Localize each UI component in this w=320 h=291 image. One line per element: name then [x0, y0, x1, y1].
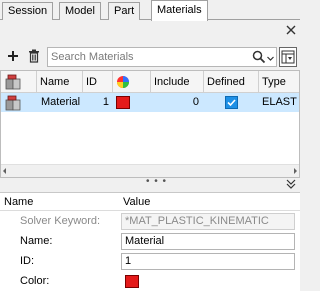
- toolbar: [0, 44, 300, 70]
- tab-session[interactable]: Session: [2, 2, 54, 20]
- table-header: Name ID Include Defined Type: [1, 71, 299, 93]
- cell-include[interactable]: 0: [151, 93, 201, 112]
- splitter-handle[interactable]: • • •: [146, 177, 167, 187]
- column-header-include[interactable]: Include: [151, 71, 204, 93]
- column-header-name[interactable]: Name: [37, 71, 83, 93]
- tab-model[interactable]: Model: [59, 2, 101, 20]
- defined-checkbox[interactable]: [225, 96, 238, 109]
- material-icon: [4, 93, 34, 112]
- property-row-color: Color:: [0, 271, 300, 291]
- search-input[interactable]: [48, 48, 238, 66]
- cell-color[interactable]: [116, 93, 146, 112]
- column-header-id[interactable]: ID: [83, 71, 113, 93]
- tab-label: Model: [65, 5, 95, 17]
- property-label: ID:: [20, 255, 35, 267]
- close-icon[interactable]: [284, 24, 298, 38]
- tab-label: Materials: [157, 4, 202, 16]
- cell-defined[interactable]: [225, 93, 245, 112]
- collapse-chevron-icon[interactable]: [286, 179, 296, 189]
- header-icon-cell[interactable]: [1, 71, 37, 93]
- materials-table: Name ID Include Defined Type Material 1 …: [0, 70, 300, 178]
- solver-keyword-field: *MAT_PLASTIC_KINEMATIC: [121, 213, 295, 230]
- tab-label: Part: [114, 5, 135, 17]
- property-row-id: ID: 1: [0, 251, 300, 271]
- tab-label: Session: [8, 5, 48, 17]
- property-label: Solver Keyword:: [20, 215, 101, 227]
- properties-header-name: Name: [4, 196, 34, 208]
- property-row-solver-keyword: Solver Keyword: *MAT_PLASTIC_KINEMATIC: [0, 211, 300, 231]
- trash-icon[interactable]: [24, 44, 44, 68]
- cell-type[interactable]: ELAST: [262, 93, 299, 112]
- cell-id[interactable]: 1: [83, 93, 111, 112]
- color-swatch[interactable]: [116, 96, 130, 109]
- name-field[interactable]: Material: [121, 233, 295, 250]
- property-label: Color:: [20, 275, 50, 287]
- tab-bar: Session Model Part Materials: [0, 0, 300, 21]
- property-label: Name:: [20, 235, 53, 247]
- properties-header-value: Value: [123, 196, 151, 208]
- id-field[interactable]: 1: [121, 253, 295, 270]
- search-icon[interactable]: [252, 50, 266, 64]
- column-header-color[interactable]: [113, 71, 151, 93]
- properties-header: Name Value: [0, 193, 300, 211]
- property-row-name: Name: Material: [0, 231, 300, 251]
- color-picker-swatch[interactable]: [125, 275, 139, 288]
- filter-panel-icon[interactable]: [279, 47, 297, 67]
- column-header-defined[interactable]: Defined: [204, 71, 259, 93]
- tab-materials[interactable]: Materials: [151, 0, 208, 21]
- tab-part[interactable]: Part: [108, 2, 141, 20]
- properties-panel: Name Value Solver Keyword: *MAT_PLASTIC_…: [0, 192, 300, 291]
- table-row[interactable]: Material 1 0 ELAST: [1, 93, 299, 112]
- panel-splitter[interactable]: • • •: [0, 177, 300, 190]
- chevron-down-icon[interactable]: [267, 53, 274, 61]
- cell-name[interactable]: Material: [41, 93, 83, 112]
- search-box[interactable]: [47, 47, 277, 67]
- column-header-type[interactable]: Type: [259, 71, 299, 93]
- add-icon[interactable]: [3, 44, 23, 68]
